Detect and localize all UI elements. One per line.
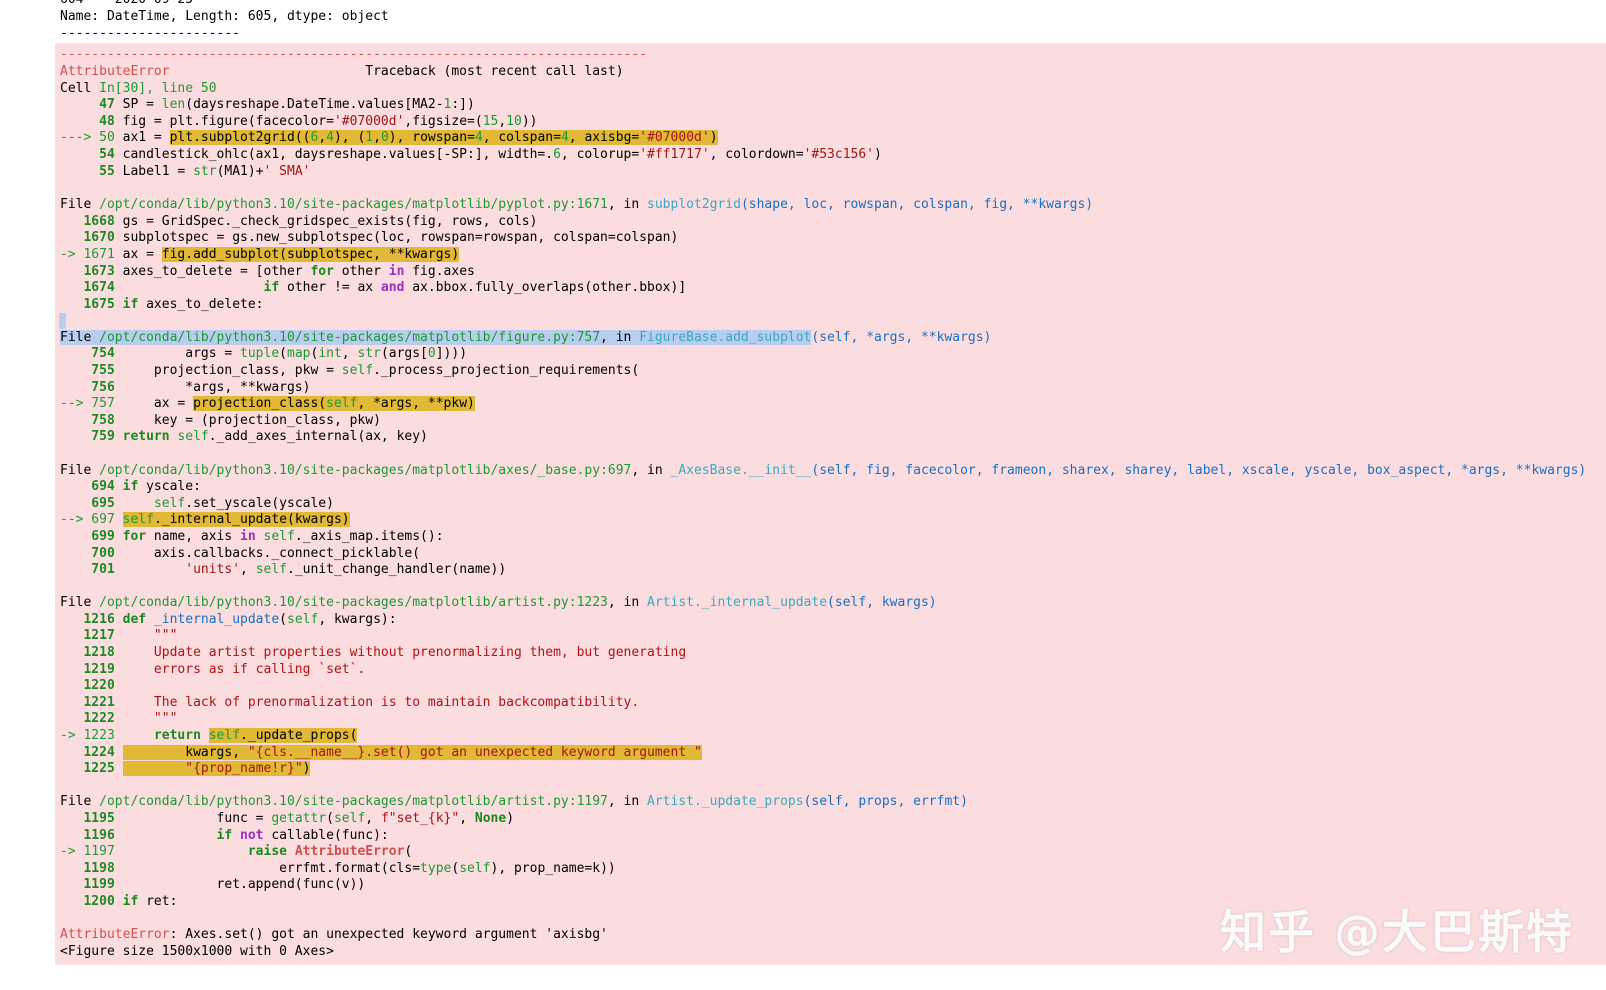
code-line: 1225 "{prop_name!r}") <box>60 761 311 776</box>
code-line: 1222 """ <box>60 711 178 726</box>
cell-ref-link[interactable]: In[30], line 50 <box>99 81 216 96</box>
code-line-current: -> 1197 raise AttributeError( <box>60 844 413 859</box>
traceback-dashes: ----------------------------------------… <box>60 47 647 62</box>
code-line: 1199 ret.append(func(v)) <box>60 877 366 892</box>
code-line-current: -> 1671 ax = fig.add_subplot(subplotspec… <box>60 247 460 262</box>
code-line: 1673 axes_to_delete = [other for other i… <box>60 264 475 279</box>
frame-header: File /opt/conda/lib/python3.10/site-pack… <box>60 595 937 610</box>
code-line: 759 return self._add_axes_internal(ax, k… <box>60 429 428 444</box>
final-error-message: AttributeError: Axes.set() got an unexpe… <box>60 927 608 942</box>
traceback-title: Traceback (most recent call last) <box>365 64 624 79</box>
file-path-link[interactable]: /opt/conda/lib/python3.10/site-packages/… <box>99 595 608 610</box>
watermark: 知乎 @大巴斯特 <box>1220 905 1575 959</box>
code-line: 1196 if not callable(func): <box>60 828 389 843</box>
code-line-current: -> 1223 return self._update_props( <box>60 728 358 743</box>
code-line-current: --> 757 ax = projection_class(self, *arg… <box>60 396 475 411</box>
series-name-line: Name: DateTime, Length: 605, dtype: obje… <box>60 9 389 24</box>
frame-header: File /opt/conda/lib/python3.10/site-pack… <box>60 463 1587 478</box>
code-line: 1674 if other != ax and ax.bbox.fully_ov… <box>60 280 687 295</box>
file-path-link[interactable]: /opt/conda/lib/python3.10/site-packages/… <box>99 330 600 345</box>
code-line: 1198 errfmt.format(cls=type(self), prop_… <box>60 861 616 876</box>
file-path-link[interactable]: /opt/conda/lib/python3.10/site-packages/… <box>99 794 608 809</box>
code-line: 1224 kwargs, "{cls.__name__}.set() got a… <box>60 745 702 760</box>
code-line: 701 'units', self._unit_change_handler(n… <box>60 562 507 577</box>
code-line: 699 for name, axis in self._axis_map.ite… <box>60 529 444 544</box>
code-line: 758 key = (projection_class, pkw) <box>60 413 381 428</box>
file-path-link[interactable]: /opt/conda/lib/python3.10/site-packages/… <box>99 463 631 478</box>
code-line: 47 SP = len(daysreshape.DateTime.values[… <box>60 97 475 112</box>
code-line: 1218 Update artist properties without pr… <box>60 645 687 660</box>
code-line: 1216 def _internal_update(self, kwargs): <box>60 612 397 627</box>
code-line: 695 self.set_yscale(yscale) <box>60 496 334 511</box>
file-path-link[interactable]: /opt/conda/lib/python3.10/site-packages/… <box>99 197 608 212</box>
traceback-header: AttributeError Traceback (most recent ca… <box>60 63 624 80</box>
code-line: 1195 func = getattr(self, f"set_{k}", No… <box>60 811 515 826</box>
frame-header-selected: File /opt/conda/lib/python3.10/site-pack… <box>60 330 992 345</box>
code-line: 54 candlestick_ohlc(ax1, daysreshape.val… <box>60 147 882 162</box>
code-line: 1217 """ <box>60 628 178 643</box>
series-separator: ----------------------- <box>60 26 241 41</box>
code-line: 754 args = tuple(map(int, str(args[0]))) <box>60 346 468 361</box>
text-cursor <box>59 313 66 329</box>
frame-header: File /opt/conda/lib/python3.10/site-pack… <box>60 794 968 809</box>
code-line: 700 axis.callbacks._connect_picklable( <box>60 546 421 561</box>
code-line: 1219 errors as if calling `set`. <box>60 662 366 677</box>
code-line: 1675 if axes_to_delete: <box>60 297 264 312</box>
code-line: 756 *args, **kwargs) <box>60 380 311 395</box>
code-line-current: --> 697 self._internal_update(kwargs) <box>60 512 350 527</box>
code-line: 1670 subplotspec = gs.new_subplotspec(lo… <box>60 230 679 245</box>
code-line: 48 fig = plt.figure(facecolor='#07000d',… <box>60 114 538 129</box>
code-line: 1221 The lack of prenormalization is to … <box>60 695 640 710</box>
frame-header: File /opt/conda/lib/python3.10/site-pack… <box>60 197 1094 212</box>
code-line: 1200 if ret: <box>60 894 178 909</box>
cell-reference-line: Cell In[30], line 50 <box>60 81 217 96</box>
code-line: 55 Label1 = str(MA1)+' SMA' <box>60 164 311 179</box>
code-line-current: ---> 50 ax1 = plt.subplot2grid((6,4), (1… <box>60 130 718 145</box>
error-name: AttributeError <box>60 64 170 79</box>
code-line: 755 projection_class, pkw = self._proces… <box>60 363 640 378</box>
output-cut-line: 604 2020-09-25 <box>60 0 193 8</box>
code-line: 1220 <box>60 678 115 693</box>
code-line: 1668 gs = GridSpec._check_gridspec_exist… <box>60 214 538 229</box>
figure-size-output: <Figure size 1500x1000 with 0 Axes> <box>60 944 334 959</box>
code-line: 694 if yscale: <box>60 479 201 494</box>
